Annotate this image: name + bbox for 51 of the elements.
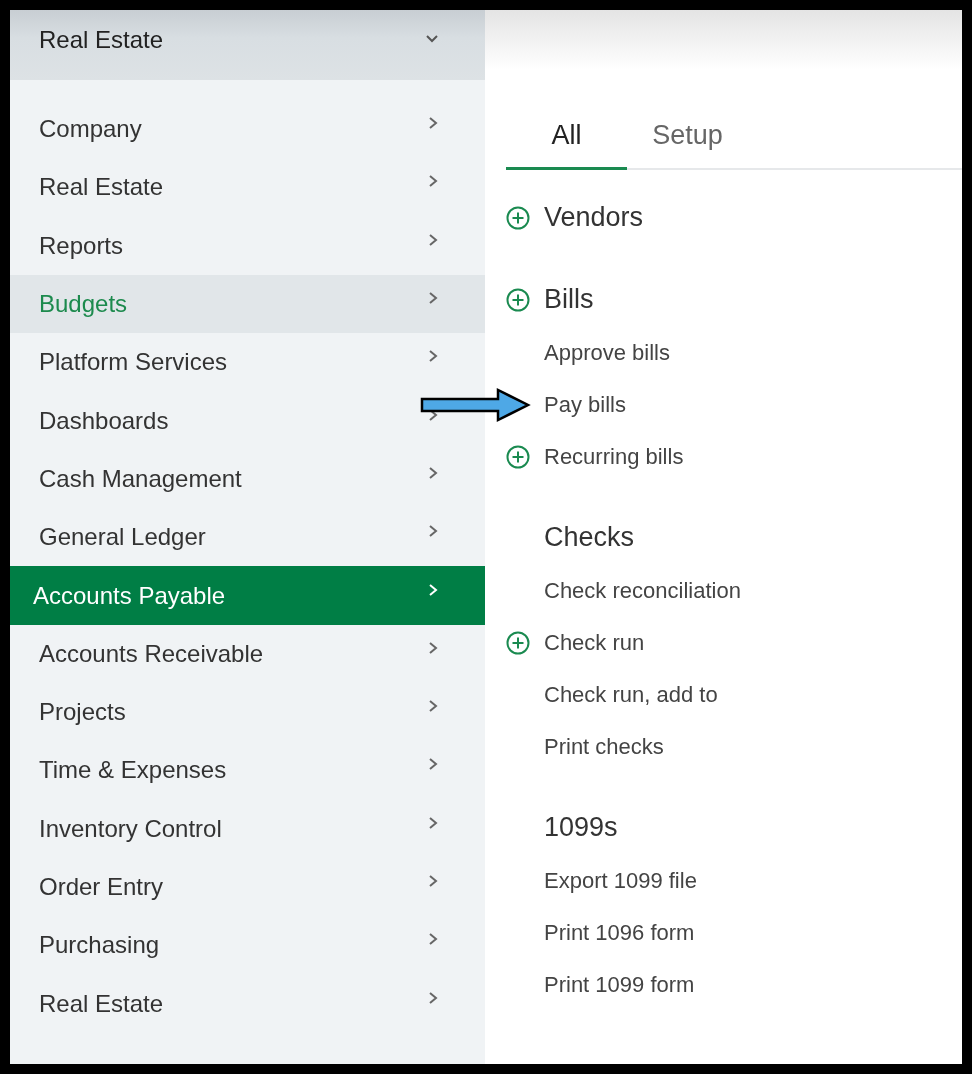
add-circle-icon[interactable] (506, 205, 530, 230)
chevron-right-icon (427, 116, 439, 131)
menu-link[interactable]: Check reconciliation (544, 578, 741, 604)
tab[interactable]: All (506, 100, 627, 170)
section-heading: Checks (544, 522, 635, 553)
chevron-right-icon (427, 757, 439, 772)
chevron-right-icon (427, 932, 439, 947)
add-circle-icon[interactable] (506, 631, 530, 655)
chevron-right-icon (427, 815, 439, 830)
menu-link[interactable]: Check run (544, 630, 645, 656)
menu-link[interactable]: Approve bills (544, 340, 670, 366)
menu-link[interactable]: Export 1099 file (544, 868, 697, 894)
chevron-right-icon (427, 990, 439, 1005)
add-circle-icon[interactable] (506, 445, 530, 469)
menu-link[interactable]: Print checks (544, 734, 664, 760)
sidebar-item[interactable]: Purchasing (10, 916, 485, 975)
chevron-right-icon (427, 349, 439, 364)
sidebar-item[interactable]: Inventory Control (10, 799, 485, 858)
chevron-right-icon (427, 291, 439, 306)
chevron-right-icon (427, 582, 439, 597)
section-heading: 1099s (544, 812, 618, 843)
menu-link[interactable]: Pay bills (544, 392, 626, 418)
sidebar-item[interactable]: Real Estate (10, 974, 485, 1033)
menu-link[interactable]: Print 1099 form (544, 972, 695, 998)
menu-link[interactable]: Recurring bills (544, 444, 684, 470)
module-label: Real Estate (39, 26, 164, 54)
chevron-right-icon (427, 465, 439, 480)
sidebar-item[interactable]: Platform Services (10, 333, 485, 392)
section-heading: Bills (544, 284, 594, 315)
sidebar-item[interactable]: Accounts Receivable (10, 624, 485, 683)
sidebar-item[interactable]: Projects (10, 682, 485, 742)
sidebar-item[interactable]: Company (10, 100, 485, 159)
sidebar-item[interactable]: Real Estate (10, 158, 485, 217)
chevron-right-icon (427, 874, 439, 888)
chevron-right-icon (427, 524, 439, 539)
tab[interactable]: Setup (627, 100, 748, 170)
menu-link[interactable]: Print 1096 form (544, 920, 695, 946)
sidebar-item[interactable]: Order Entry (10, 857, 485, 917)
chevron-right-icon (427, 174, 439, 189)
chevron-right-icon (427, 640, 439, 655)
add-circle-icon[interactable] (506, 287, 530, 312)
chevron-right-icon (427, 232, 439, 247)
sidebar-item[interactable]: Cash Management (10, 449, 485, 509)
sidebar-item[interactable]: General Ledger (10, 508, 485, 567)
sidebar-item[interactable]: Time & Expenses (10, 741, 485, 800)
module-selector[interactable]: Real Estate (10, 10, 485, 80)
sidebar-item[interactable]: Accounts Payable (10, 566, 485, 625)
menu-link[interactable]: Check run, add to (544, 682, 718, 708)
chevron-right-icon (427, 699, 439, 714)
sidebar-item[interactable]: Reports (10, 216, 485, 275)
section-heading: Vendors (544, 202, 644, 233)
